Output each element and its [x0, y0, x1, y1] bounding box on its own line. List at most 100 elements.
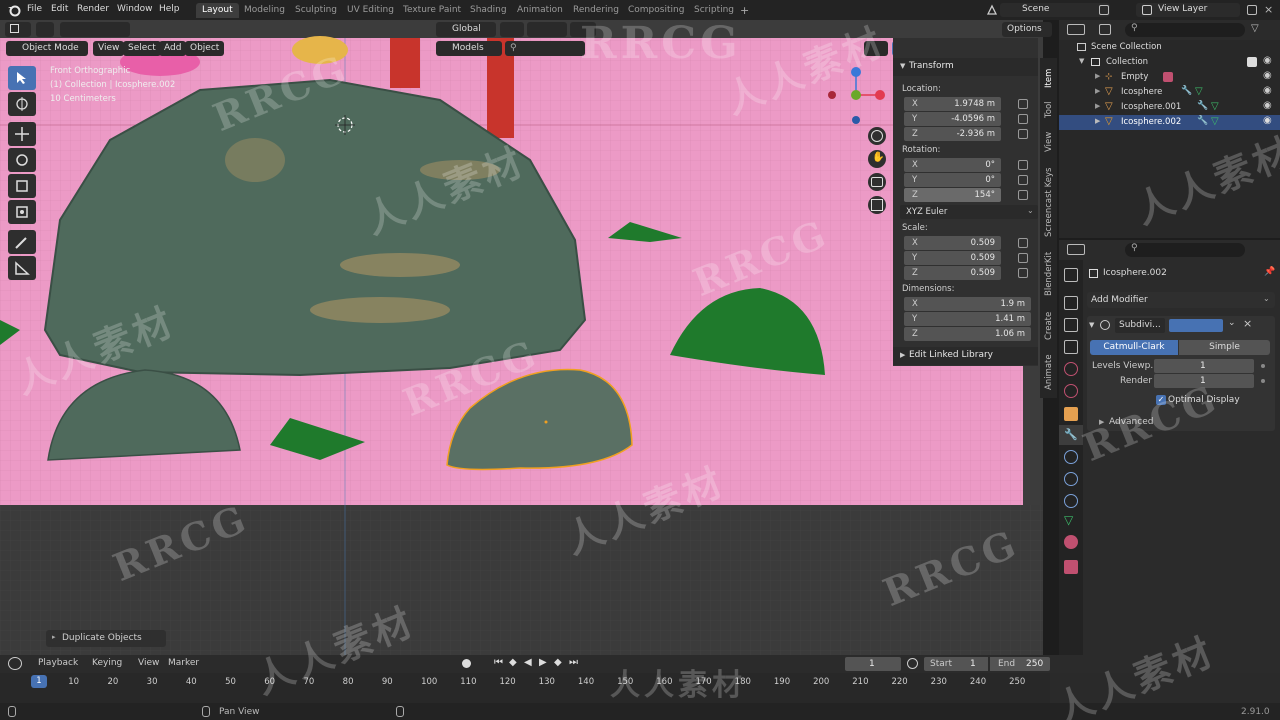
proportional-edit-icon[interactable] [570, 22, 596, 37]
play-reverse-icon[interactable]: ◀ [524, 657, 532, 668]
simple-button[interactable]: Simple [1179, 340, 1270, 355]
outliner-item-icosphere[interactable]: ▶ ▽ Icosphere 🔧 ▽ ◉ [1059, 85, 1280, 100]
next-keyframe-icon[interactable]: ◆ [554, 657, 562, 668]
tab-tool[interactable]: Tool [1044, 101, 1054, 118]
location-x-field[interactable]: X 1.9748 m [904, 97, 1001, 111]
tab-animation[interactable]: Animation [511, 3, 569, 18]
tab-create[interactable]: Create [1044, 312, 1054, 340]
playback-menu[interactable]: Playback [38, 658, 78, 668]
tool-annotate[interactable] [8, 230, 36, 254]
filter-icon[interactable]: ▽ [1251, 23, 1259, 34]
world-settings-icon[interactable] [1064, 384, 1078, 398]
location-z-field[interactable]: Z -2.936 m [904, 127, 1001, 141]
rotation-z-field[interactable]: Z 154° [904, 188, 1001, 202]
expand-arrow-icon[interactable]: ▶ [1095, 72, 1100, 80]
editor-type-button[interactable] [5, 22, 31, 37]
visibility-icon[interactable] [864, 41, 888, 56]
prev-keyframe-icon[interactable]: ◆ [509, 657, 517, 668]
last-operator-panel[interactable]: ▸ Duplicate Objects [46, 630, 166, 647]
tab-scripting[interactable]: Scripting [688, 3, 740, 18]
properties-search-input[interactable]: ⚲ [1125, 243, 1245, 257]
eye-icon[interactable]: ◉ [1263, 70, 1272, 81]
constraints-icon[interactable] [1064, 494, 1078, 508]
particles-icon[interactable] [1064, 450, 1078, 464]
keying-menu[interactable]: Keying [92, 658, 122, 668]
view-menu[interactable]: View [138, 658, 159, 668]
rotation-y-field[interactable]: Y 0° [904, 173, 1001, 187]
eye-icon[interactable]: ◉ [1263, 115, 1272, 126]
close-icon[interactable]: × [1243, 317, 1252, 330]
clock-icon[interactable] [907, 658, 918, 669]
chevron-down-icon[interactable]: ⌄ [1228, 318, 1236, 328]
play-icon[interactable]: ▶ [539, 657, 547, 668]
tab-modeling[interactable]: Modeling [238, 3, 291, 18]
outliner-item-icosphere-002[interactable]: ▶ ▽ Icosphere.002 🔧 ▽ ◉ [1059, 115, 1280, 130]
menu-file[interactable]: File [27, 4, 42, 14]
outliner-scene-collection[interactable]: Scene Collection [1059, 40, 1280, 55]
jump-end-icon[interactable]: ⏭ [569, 657, 578, 668]
rotation-x-field[interactable]: X 0° [904, 158, 1001, 172]
tool-move[interactable] [8, 122, 36, 146]
transform-orientation-dropdown[interactable]: Global [436, 22, 496, 37]
tool-transform[interactable] [8, 200, 36, 224]
dimensions-z-field[interactable]: Z 1.06 m [904, 327, 1031, 341]
collection-filter-dropdown[interactable]: Models [436, 41, 502, 56]
transform-panel-header[interactable]: Transform [893, 58, 1038, 76]
select-mode-box-icon[interactable] [36, 22, 54, 37]
expand-arrow-icon[interactable]: ▼ [1079, 57, 1084, 65]
search-field[interactable]: ⚲ [505, 41, 585, 56]
lock-icon[interactable] [1018, 268, 1028, 278]
perspective-grid-icon[interactable] [871, 199, 883, 211]
playhead[interactable]: 1 [31, 675, 47, 688]
menu-edit[interactable]: Edit [51, 4, 68, 14]
blender-logo-icon[interactable] [7, 3, 21, 17]
lock-icon[interactable] [1018, 253, 1028, 263]
tool-cursor[interactable] [8, 92, 36, 116]
advanced-label[interactable]: Advanced [1109, 417, 1153, 427]
eye-icon[interactable]: ◉ [1263, 85, 1272, 96]
scale-z-field[interactable]: Z 0.509 [904, 266, 1001, 280]
end-frame-field[interactable]: End 250 [990, 657, 1050, 671]
scene-settings-icon[interactable] [1064, 362, 1078, 376]
snap-icon[interactable] [527, 22, 567, 37]
tool-select-box[interactable] [8, 66, 36, 90]
eye-icon[interactable]: ◉ [1263, 55, 1272, 66]
lock-icon[interactable] [1018, 190, 1028, 200]
rotation-mode-dropdown[interactable]: XYZ Euler ⌄ [900, 205, 1038, 219]
lock-icon[interactable] [1018, 114, 1028, 124]
render-levels-field[interactable]: 1 [1154, 374, 1254, 388]
options-dropdown[interactable]: Options [1002, 22, 1052, 37]
tab-screencast-keys[interactable]: Screencast Keys [1044, 168, 1054, 237]
expand-arrow-icon[interactable]: ▶ [1095, 117, 1100, 125]
select-menu[interactable]: Select [123, 41, 161, 56]
tab-texture-paint[interactable]: Texture Paint [397, 3, 467, 18]
edit-mode-toggle-icon[interactable] [1169, 319, 1223, 332]
expand-arrow-icon[interactable]: ▶ [1095, 102, 1100, 110]
pivot-point-icon[interactable] [500, 22, 524, 37]
view-menu[interactable]: View [93, 41, 125, 56]
outliner-collection[interactable]: ▼ Collection ◉ [1059, 55, 1280, 70]
outliner-search-input[interactable]: ⚲ [1125, 23, 1245, 37]
object-settings-icon[interactable] [1064, 407, 1078, 421]
lock-icon[interactable] [1018, 238, 1028, 248]
animate-dot-icon[interactable] [1261, 379, 1265, 383]
mode-dropdown[interactable]: Object Mode [6, 41, 88, 56]
zoom-icon[interactable] [871, 130, 883, 142]
record-icon[interactable] [462, 659, 471, 668]
catmull-clark-button[interactable]: Catmull-Clark [1090, 340, 1178, 355]
tab-rendering[interactable]: Rendering [567, 3, 625, 18]
tool-scale[interactable] [8, 174, 36, 198]
material-icon[interactable] [1064, 535, 1078, 549]
modifier-name-field[interactable]: Subdivi... [1115, 318, 1165, 333]
modifier-wrench-icon[interactable]: 🔧 [1064, 428, 1078, 442]
properties-editor-icon[interactable] [1067, 244, 1085, 255]
outliner-editor-icon[interactable] [1067, 24, 1085, 35]
select-set-icons[interactable] [60, 22, 130, 37]
add-modifier-dropdown[interactable]: Add Modifier ⌄ [1087, 292, 1275, 308]
3d-viewport[interactable]: Front Orthographic (1) Collection | Icos… [0, 20, 1043, 655]
expand-arrow-icon[interactable]: ▶ [1099, 418, 1104, 426]
collapse-arrow-icon[interactable]: ▼ [1089, 321, 1094, 329]
pin-icon[interactable]: 📌 [1264, 267, 1275, 277]
lock-icon[interactable] [1018, 175, 1028, 185]
scale-y-field[interactable]: Y 0.509 [904, 251, 1001, 265]
